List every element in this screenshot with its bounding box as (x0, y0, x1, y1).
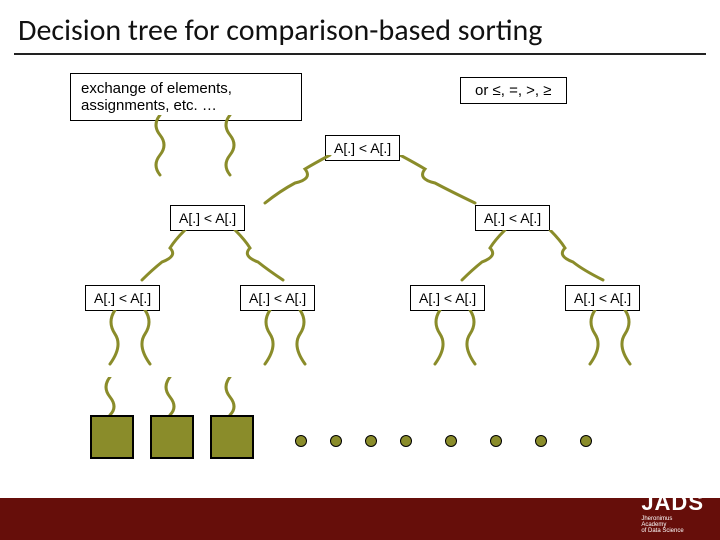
squiggle-icon (460, 310, 500, 370)
leaf-block (90, 415, 134, 459)
squiggle-icon (540, 230, 620, 285)
squiggle-icon (415, 310, 455, 370)
ellipsis-dot (330, 435, 342, 447)
page-title: Decision tree for comparison-based sorti… (0, 0, 720, 53)
footer-logo: JADS Jheronimus Academy of Data Science (641, 490, 704, 534)
footer-bar: JADS Jheronimus Academy of Data Science (0, 498, 720, 540)
squiggle-icon (130, 115, 190, 185)
ellipsis-dot (295, 435, 307, 447)
squiggle-icon (130, 230, 200, 285)
squiggle-icon (290, 310, 330, 370)
ellipsis-dot (365, 435, 377, 447)
diagram-canvas: exchange of elements, assignments, etc. … (0, 55, 720, 475)
squiggle-icon (135, 310, 175, 370)
tree-node-l2-d: A[.] < A[.] (565, 285, 640, 311)
tree-node-l2-c: A[.] < A[.] (410, 285, 485, 311)
tree-node-l2-a: A[.] < A[.] (85, 285, 160, 311)
footer-logo-text: JADS (641, 490, 704, 515)
squiggle-icon (95, 377, 135, 417)
leaf-block (210, 415, 254, 459)
squiggle-icon (155, 377, 195, 417)
squiggle-icon (225, 230, 295, 285)
ellipsis-dot (445, 435, 457, 447)
ellipsis-dot (490, 435, 502, 447)
tree-node-l1-left: A[.] < A[.] (170, 205, 245, 231)
ellipsis-dot (400, 435, 412, 447)
callout-exchange: exchange of elements, assignments, etc. … (70, 73, 302, 121)
ellipsis-dot (535, 435, 547, 447)
ellipsis-dot (580, 435, 592, 447)
squiggle-icon (250, 155, 340, 210)
squiggle-icon (245, 310, 285, 370)
squiggle-icon (570, 310, 610, 370)
squiggle-icon (450, 230, 520, 285)
squiggle-icon (90, 310, 130, 370)
footer-sub3: of Data Science (641, 528, 704, 534)
tree-node-l2-b: A[.] < A[.] (240, 285, 315, 311)
callout-comparators: or ≤, =, >, ≥ (460, 77, 567, 104)
squiggle-icon (615, 310, 655, 370)
squiggle-icon (400, 155, 500, 210)
leaf-block (150, 415, 194, 459)
squiggle-icon (215, 377, 255, 417)
